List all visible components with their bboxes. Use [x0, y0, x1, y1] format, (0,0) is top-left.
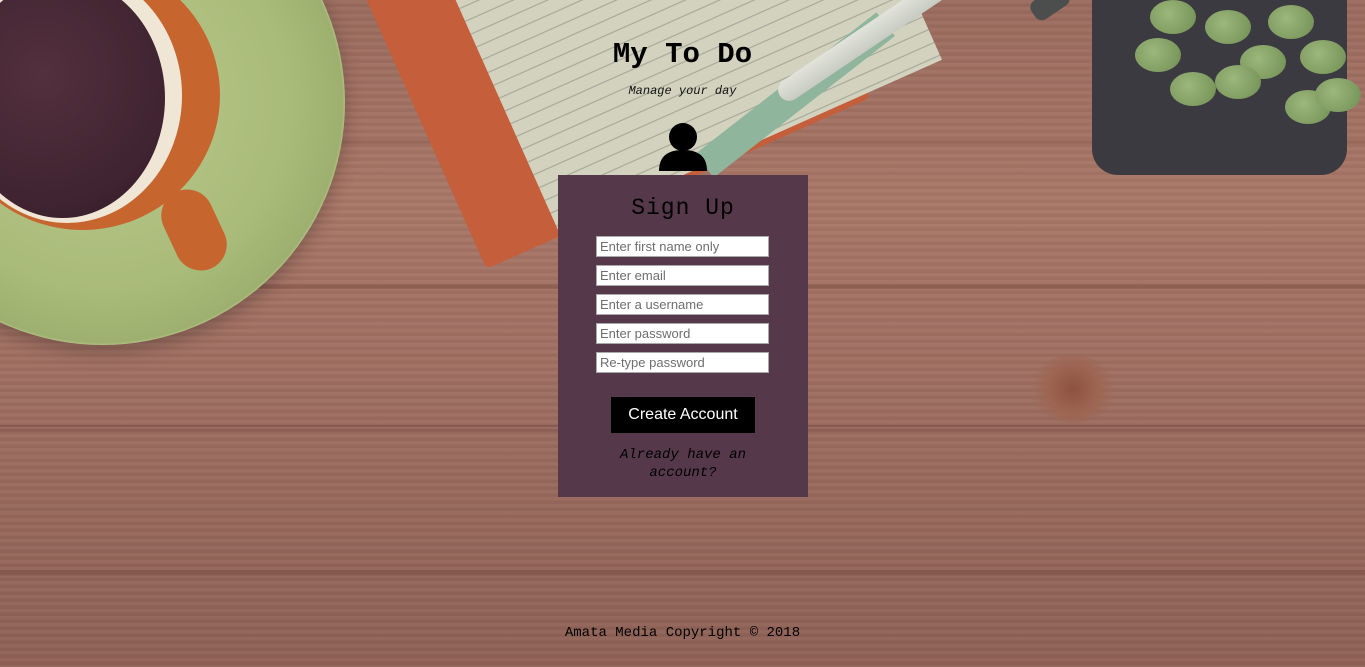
- user-icon: [659, 123, 707, 171]
- already-have-account-link[interactable]: Already have an account?: [598, 446, 768, 482]
- page-header: My To Do Manage your day: [0, 38, 1365, 98]
- signup-heading: Sign Up: [631, 195, 735, 221]
- password-field[interactable]: [596, 323, 769, 344]
- app-title: My To Do: [612, 38, 753, 71]
- create-account-button[interactable]: Create Account: [611, 397, 755, 433]
- signup-card: Sign Up Create Account Already have an a…: [558, 175, 808, 497]
- wood-knot: [1030, 355, 1116, 423]
- username-field[interactable]: [596, 294, 769, 315]
- email-field[interactable]: [596, 265, 769, 286]
- footer-copyright: Amata Media Copyright © 2018: [564, 625, 801, 641]
- pen-tip: [1027, 0, 1073, 24]
- succulent-leaf: [1150, 0, 1196, 34]
- first-name-field[interactable]: [596, 236, 769, 257]
- succulent-leaf: [1268, 5, 1314, 39]
- wood-grain-line: [0, 570, 1365, 572]
- app-subtitle: Manage your day: [628, 84, 737, 98]
- retype-password-field[interactable]: [596, 352, 769, 373]
